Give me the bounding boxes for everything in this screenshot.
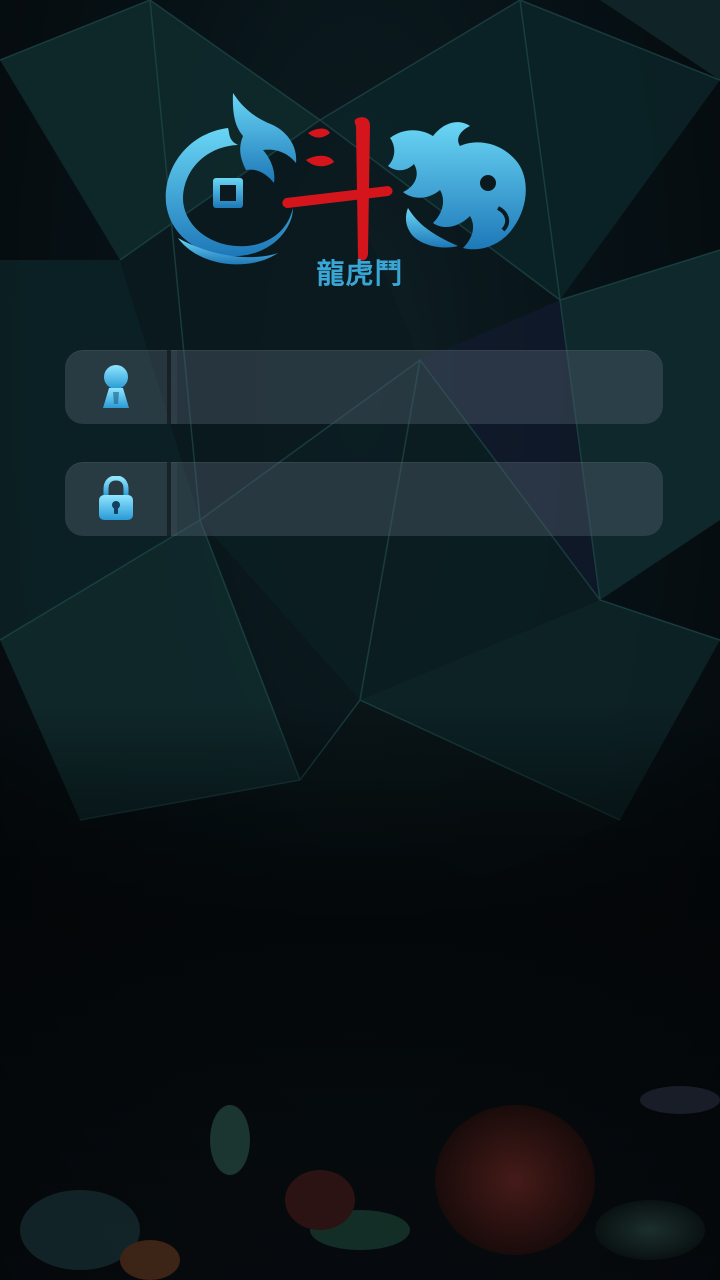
login-screen: 龍虎鬥 (0, 0, 720, 1280)
dragon-emblem (165, 93, 297, 265)
password-icon-box (65, 462, 167, 536)
username-icon-box (65, 350, 167, 424)
password-input[interactable] (183, 462, 643, 536)
username-field[interactable] (65, 350, 663, 424)
password-field[interactable] (65, 462, 663, 536)
dou-glyph (282, 117, 393, 261)
brand-subtitle: 龍虎鬥 (316, 257, 404, 290)
tiger-emblem (388, 122, 526, 250)
username-input[interactable] (183, 350, 643, 424)
user-icon (103, 365, 129, 408)
username-divider (167, 350, 177, 424)
lock-icon (99, 476, 133, 520)
password-divider (167, 462, 177, 536)
